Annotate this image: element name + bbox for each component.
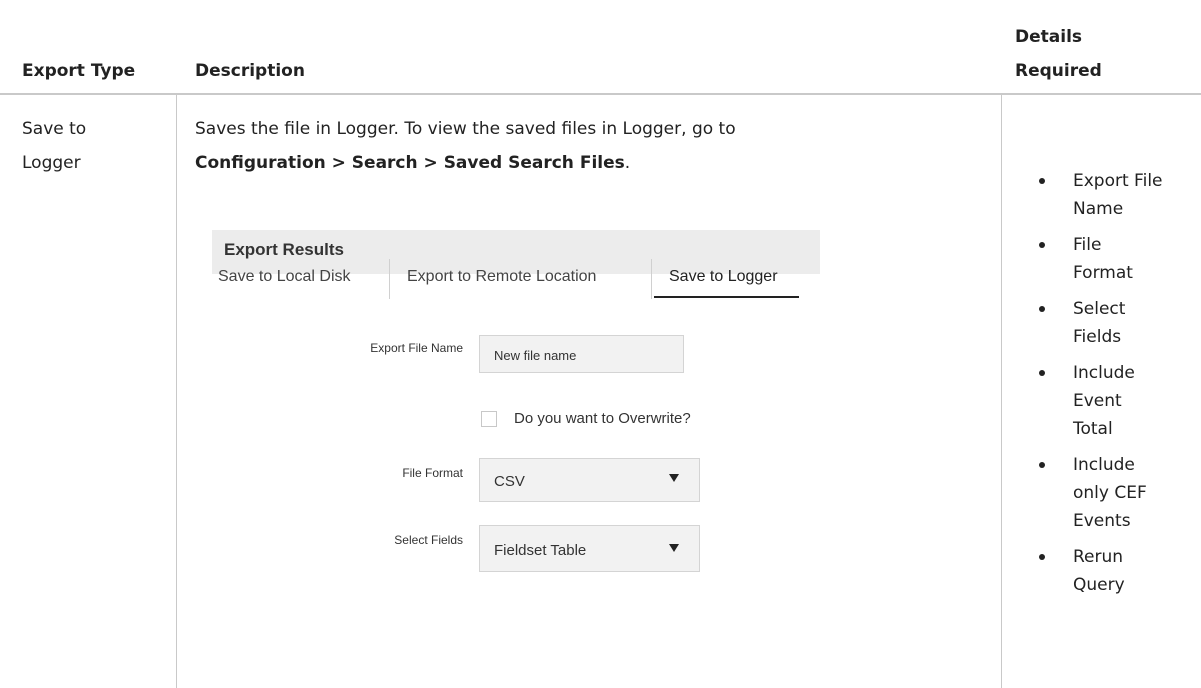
tab-save-to-logger[interactable]: Save to Logger	[669, 268, 778, 296]
tab-separator	[651, 259, 652, 299]
description-line2: Configuration > Search > Saved Search Fi…	[195, 148, 630, 178]
select-fields-label: Select Fields	[394, 533, 463, 547]
file-format-value: CSV	[494, 473, 525, 490]
tab-export-to-remote-location[interactable]: Export to Remote Location	[407, 268, 596, 296]
cell-export-type-line2: Logger	[22, 153, 81, 173]
export-file-name-input[interactable]: New file name	[479, 335, 684, 373]
column-divider	[1001, 93, 1002, 688]
dialog-title: Export Results	[224, 240, 344, 259]
list-item: Rerun Query	[1015, 543, 1201, 599]
list-item: Export File Name	[1015, 167, 1201, 223]
bullet-icon	[1039, 370, 1045, 376]
header-description: Description	[195, 61, 305, 81]
active-tab-indicator	[654, 296, 799, 298]
tab-separator	[389, 259, 390, 299]
bullet-icon	[1039, 462, 1045, 468]
chevron-down-icon	[669, 474, 679, 482]
bullet-icon	[1039, 178, 1045, 184]
select-fields-value: Fieldset Table	[494, 542, 587, 559]
list-item: File Format	[1015, 231, 1201, 287]
bullet-icon	[1039, 306, 1045, 312]
header-details-line2: Required	[1015, 61, 1102, 81]
export-types-table: Export Type Description Details Required…	[0, 0, 1201, 688]
header-details-line1: Details	[1015, 27, 1083, 47]
table-header-row: Export Type Description Details Required	[0, 0, 1201, 95]
list-item: Include Event Total	[1015, 359, 1201, 443]
bullet-icon	[1039, 554, 1045, 560]
file-format-select[interactable]: CSV	[479, 458, 700, 502]
file-format-label: File Format	[402, 466, 463, 480]
details-required-list: Export File Name File Format Select Fields …	[1015, 167, 1201, 607]
select-fields-select[interactable]: Fieldset Table	[479, 525, 700, 572]
description-line1: Saves the file in Logger. To view the sa…	[195, 119, 736, 139]
cell-export-type-line1: Save to	[22, 119, 87, 139]
column-divider	[176, 93, 177, 688]
chevron-down-icon	[669, 544, 679, 552]
export-file-name-label: Export File Name	[370, 341, 463, 355]
description-period: .	[624, 153, 631, 173]
overwrite-checkbox[interactable]	[481, 411, 497, 427]
header-export-type: Export Type	[22, 61, 136, 81]
list-item: Select Fields	[1015, 295, 1201, 351]
overwrite-label: Do you want to Overwrite?	[514, 410, 691, 427]
bullet-icon	[1039, 242, 1045, 248]
list-item: Include only CEF Events	[1015, 451, 1201, 535]
description-menu-path: Configuration > Search > Saved Search Fi…	[195, 153, 625, 173]
tab-save-to-local-disk[interactable]: Save to Local Disk	[218, 268, 351, 296]
export-file-name-value: New file name	[494, 348, 577, 363]
